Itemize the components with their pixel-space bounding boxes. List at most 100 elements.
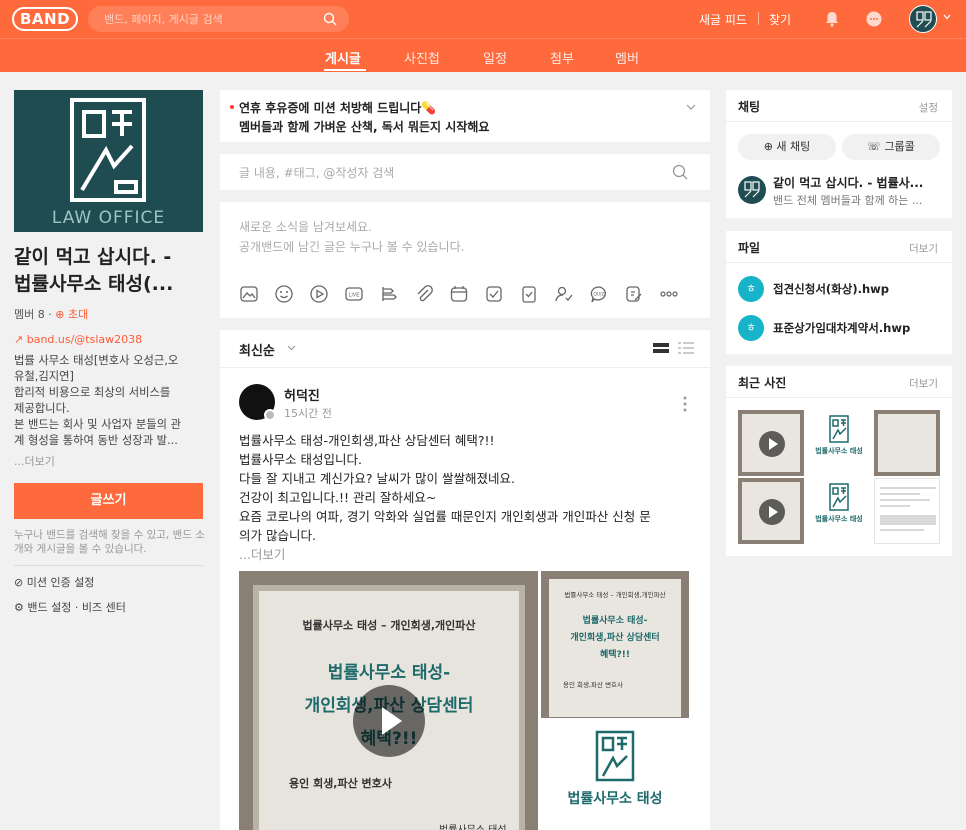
file-item[interactable]: 접견신청서(화상).hwp (773, 281, 889, 297)
band-logo[interactable]: BAND (12, 7, 78, 31)
compact-view-icon[interactable] (678, 342, 694, 354)
post-logo-thumbnail[interactable]: 법률사무소 태성 (541, 722, 689, 830)
photo-thumbnail[interactable]: 법률사무소 태성 (806, 410, 872, 476)
band-cover-image[interactable]: LAW OFFICE (14, 90, 203, 232)
group-call-button[interactable]: ☏ 그룹콜 (842, 134, 940, 160)
file-item[interactable]: 표준상가임대차계약서.hwp (773, 320, 910, 336)
post-video-thumbnail[interactable]: 법률사무소 태성 – 개인회생,개인파산 법률사무소 태성- 개인회생,파산 상… (239, 571, 538, 830)
band-title[interactable]: 같이 먹고 삽시다. - 법률사무소 태성(... (14, 244, 209, 298)
sign-title: 법률사무소 태성 – 개인회생,개인파산 (564, 591, 666, 599)
post-line: 건강이 최고입니다.!! 관리 잘하세요~ (239, 490, 437, 505)
find-link[interactable]: 찾기 (769, 11, 791, 28)
sort-dropdown[interactable]: 최신순 (239, 340, 275, 359)
chat-bubble-icon[interactable] (865, 10, 883, 28)
post-feed: 최신순 허덕진 15시간 전 법률사무소 태성-개인회생,파산 상담센터 혜택?… (220, 330, 710, 830)
files-more-link[interactable]: 더보기 (909, 241, 938, 256)
divider (726, 262, 952, 263)
gear-icon: ⚙ (14, 601, 28, 614)
post-search-placeholder: 글 내용, #태그, @작성자 검색 (239, 166, 395, 180)
photo-thumbnail[interactable] (738, 410, 804, 476)
band-title-line: 법률사무소 태성(... (14, 273, 174, 295)
more-vertical-icon[interactable] (683, 396, 687, 412)
tab-members[interactable]: 멤버 (615, 48, 639, 67)
attachment-icon[interactable] (414, 284, 434, 304)
top-header: BAND 밴드, 페이지, 게시글 검색 새글 피드 찾기 (0, 0, 966, 38)
member-count[interactable]: 멤버 8 · ⊕ 초대 (14, 306, 88, 322)
new-chat-button[interactable]: ⊕ 새 채팅 (738, 134, 836, 160)
post-body[interactable]: 법률사무소 태성-개인회생,파산 상담센터 혜택?!! 법률사무소 태성입니다.… (239, 431, 694, 545)
post-composer[interactable]: 새로운 소식을 남겨보세요. 공개밴드에 남긴 글은 누구나 볼 수 있습니다.… (220, 202, 710, 318)
tab-posts[interactable]: 게시글 (325, 48, 361, 67)
live-icon[interactable]: LIVE (344, 284, 364, 304)
calendar-icon[interactable] (449, 284, 469, 304)
divider (726, 121, 952, 122)
search-placeholder: 밴드, 페이지, 게시글 검색 (104, 13, 223, 26)
chat-room-name[interactable]: 같이 먹고 삽시다. - 법률사... (773, 174, 923, 191)
global-search-input[interactable]: 밴드, 페이지, 게시글 검색 (88, 6, 349, 32)
photo-thumbnail[interactable] (874, 478, 940, 544)
emoji-icon[interactable] (274, 284, 294, 304)
video-icon[interactable] (309, 284, 329, 304)
chevron-down-icon[interactable] (686, 104, 696, 110)
check-circle-icon: ⊘ (14, 576, 27, 589)
chevron-down-icon[interactable] (943, 14, 951, 20)
description-line: 제공합니다. (14, 402, 70, 415)
chat-room-avatar[interactable] (738, 176, 766, 204)
tab-attachments[interactable]: 첨부 (550, 48, 574, 67)
post-line: 법률사무소 태성입니다. (239, 452, 362, 467)
author-name[interactable]: 허덕진 (284, 385, 320, 404)
play-icon[interactable] (759, 499, 785, 525)
divider (220, 367, 710, 368)
more-options-icon[interactable] (659, 284, 679, 304)
search-icon[interactable] (672, 164, 688, 180)
user-avatar[interactable] (909, 5, 937, 33)
recent-photos-panel: 최근 사진 더보기 법률사무소 태성 법률사무소 태성 (726, 366, 952, 556)
chat-settings-link[interactable]: 설정 (919, 100, 938, 115)
tab-schedule[interactable]: 일정 (483, 48, 507, 67)
chevron-down-icon[interactable] (287, 345, 296, 351)
todo-icon[interactable] (484, 284, 504, 304)
bell-icon[interactable] (823, 10, 841, 28)
checklist-icon[interactable] (519, 284, 539, 304)
photos-title: 최근 사진 (738, 376, 787, 390)
photo-thumbnail[interactable] (738, 478, 804, 544)
poll-icon[interactable] (379, 284, 399, 304)
band-url-link[interactable]: ↗ band.us/@tslaw2038 (14, 333, 142, 346)
post-more-link[interactable]: ...더보기 (239, 544, 285, 563)
new-chat-label: 새 채팅 (776, 140, 811, 153)
description-more-link[interactable]: ...더보기 (14, 453, 55, 469)
post-line: 법률사무소 태성-개인회생,파산 상담센터 혜택?!! (239, 433, 495, 448)
document-preview (880, 487, 936, 531)
files-title: 파일 (738, 241, 761, 255)
invite-link[interactable]: ⊕ 초대 (55, 308, 88, 321)
band-description: 법률 사무소 태성[변호사 오성근,오 유철,김지연] 합리적 비용으로 최상의… (14, 353, 207, 449)
play-icon[interactable] (759, 431, 785, 457)
composer-placeholder: 새로운 소식을 남겨보세요. (239, 220, 372, 234)
play-icon[interactable] (353, 685, 425, 757)
tab-photos[interactable]: 사진첩 (404, 48, 440, 67)
edit-note-icon[interactable] (624, 284, 644, 304)
notice-card[interactable]: 연휴 후유증에 미션 처방해 드립니다💊 멤버들과 함께 가벼운 산책, 독서 … (220, 90, 710, 142)
post-line: 의가 많습니다. (239, 528, 316, 543)
list-view-icon[interactable] (653, 342, 669, 354)
taesung-logo-mark (595, 730, 635, 782)
sign-headline: 법률사무소 태성- 개인회생,파산 상담센터 혜택?!! (549, 613, 681, 664)
header-divider (758, 12, 759, 25)
image-icon[interactable] (239, 284, 259, 304)
taesung-logo-mark (829, 415, 849, 443)
chat-title: 채팅 (738, 100, 761, 114)
band-settings-link[interactable]: 밴드 설정 (27, 601, 71, 614)
post-search-input[interactable]: 글 내용, #태그, @작성자 검색 (220, 154, 710, 190)
mention-user-icon[interactable] (554, 284, 574, 304)
photo-thumbnail[interactable] (874, 410, 940, 476)
notice-title: 연휴 후유증에 미션 처방해 드립니다💊 (239, 101, 437, 115)
mission-setting-link[interactable]: ⊘ 미션 인증 설정 (14, 574, 94, 590)
photo-thumbnail[interactable]: 법률사무소 태성 (806, 478, 872, 544)
search-icon[interactable] (323, 12, 337, 26)
photos-more-link[interactable]: 더보기 (909, 376, 938, 391)
biz-center-link[interactable]: 비즈 센터 (82, 601, 126, 614)
post-photo-thumbnail[interactable]: 법률사무소 태성 – 개인회생,개인파산 법률사무소 태성- 개인회생,파산 상… (541, 571, 689, 718)
quiz-icon[interactable]: QUIZ (589, 284, 609, 304)
write-post-button[interactable]: 글쓰기 (14, 483, 203, 519)
new-feed-link[interactable]: 새글 피드 (699, 11, 747, 28)
